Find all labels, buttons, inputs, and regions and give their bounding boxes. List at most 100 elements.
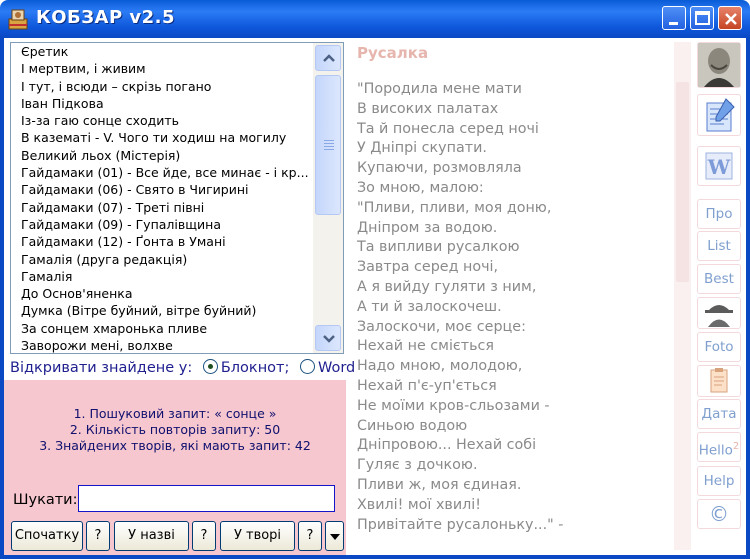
poem-line: А ти й залоскочеш. [357, 298, 502, 315]
list-scrollbar[interactable] [313, 43, 343, 353]
chevron-up-icon [323, 54, 335, 62]
detective-icon [705, 305, 733, 327]
caret-down-icon [330, 534, 340, 540]
radio-word-label[interactable]: Word [318, 360, 355, 376]
poem-line: Синьою водою [357, 417, 468, 434]
list-item[interactable]: До Основ'яненка [11, 285, 311, 302]
foto-button[interactable]: Foto [697, 332, 741, 362]
list-button[interactable]: List [697, 231, 741, 261]
help-in-title-button[interactable]: ? [192, 521, 216, 551]
maximize-button[interactable] [690, 6, 714, 30]
poem-line: Гуляє з дочкою. [357, 457, 478, 474]
poem-line: А я вийду гуляти з ним, [357, 278, 537, 295]
list-item[interactable]: В казематі - V. Чого ти ходиш на могилу [11, 129, 311, 146]
search-in-title-button[interactable]: У назві [114, 521, 189, 551]
radio-notepad[interactable] [202, 359, 218, 374]
works-list-items: Єретик І мертвим, і живим І тут, і всюди –… [11, 43, 311, 353]
poem-scrollbar[interactable] [674, 42, 691, 550]
poem-line: Хвилі! мої хвилі! [357, 496, 481, 513]
poem-line: Привітайте русалоньку..." - [357, 516, 564, 533]
stats-query: 1. Пошуковий запит: « сонце » [73, 406, 277, 421]
list-item[interactable]: Великий льох (Містерія) [11, 147, 311, 164]
about-button[interactable]: Про [697, 199, 741, 229]
poem-line: "Породила мене мати [357, 81, 522, 97]
list-item[interactable]: Заворожи мені, волхве [11, 337, 311, 353]
poem-line: В високих палатах [357, 100, 499, 117]
search-label: Шукати: [13, 492, 78, 508]
close-button[interactable] [718, 6, 742, 30]
poem-line: Та й понесла серед ночі [357, 120, 539, 137]
poem-line: Не моїми кров-сльозами - [357, 397, 550, 414]
open-with-row: Відкривати знайдене у: Блокнот; Word [10, 356, 355, 380]
poem-line: Зо мною, малою: [357, 179, 484, 196]
works-list[interactable]: Єретик І мертвим, і живим І тут, і всюди –… [10, 42, 344, 354]
minimize-button[interactable] [662, 6, 686, 30]
word-button[interactable]: W [697, 146, 741, 186]
spy-button[interactable] [697, 297, 741, 329]
scroll-up-button[interactable] [315, 45, 341, 71]
dropdown-arrow-button[interactable] [325, 521, 344, 551]
poem-line: Та випливи русалкою [357, 239, 520, 256]
scroll-down-button[interactable] [315, 325, 341, 351]
notepad-button[interactable] [697, 94, 741, 136]
help-button[interactable]: Help [697, 466, 741, 496]
poem-text[interactable]: "Породила мене мати В високих палатах Та й… [357, 80, 672, 535]
list-item[interactable]: Єретик [11, 43, 311, 60]
search-in-work-button[interactable]: У творі [220, 521, 295, 551]
list-item[interactable]: Іван Підкова [11, 95, 311, 112]
title-bar: КОБЗАР v2.5 [0, 0, 750, 38]
kobzar-app-icon[interactable] [6, 7, 30, 31]
list-item[interactable]: І тут, і всюди – скрізь погано [11, 78, 311, 95]
list-item[interactable]: Гамалія (друга редакція) [11, 251, 311, 268]
list-item[interactable]: Гайдамаки (06) - Свято в Чигирині [11, 181, 311, 198]
shevchenko-portrait-button[interactable] [697, 42, 741, 88]
clipboard-button[interactable] [697, 365, 741, 397]
poem-line: Залоскочи, моє серце: [357, 318, 526, 335]
radio-notepad-label[interactable]: Блокнот; [221, 360, 290, 376]
poem-line: Надо мною, молодою, [357, 358, 523, 375]
poem-line: "Пливи, пливи, моя доню, [357, 199, 552, 216]
search-stats: 1. Пошуковий запит: « сонце » 2. Кількіс… [4, 406, 346, 454]
list-item[interactable]: Гайдамаки (07) - Треті півні [11, 199, 311, 216]
poem-line: Дніпровою... Нехай собі [357, 437, 537, 454]
right-toolbar: W Про List Best Foto Дата Hello2 Help © [694, 42, 744, 552]
search-input[interactable] [78, 485, 335, 512]
hello-label: Hello [698, 442, 733, 459]
poem-scroll-thumb[interactable] [676, 82, 689, 282]
clipboard-icon [710, 368, 728, 393]
svg-text:W: W [707, 155, 731, 179]
list-item[interactable]: Із-за гаю сонце сходить [11, 112, 311, 129]
copyright-button[interactable]: © [697, 499, 741, 529]
help-in-work-button[interactable]: ? [298, 521, 322, 551]
list-item[interactable]: Гамалія [11, 268, 311, 285]
hello-button[interactable]: Hello2 [697, 432, 741, 462]
poem-line: Пливи ж, моя єдиная. [357, 476, 522, 493]
date-button[interactable]: Дата [697, 399, 741, 429]
list-item[interactable]: За сонцем хмаронька пливе [11, 320, 311, 337]
list-item[interactable]: Гайдамаки (01) - Все йде, все минає - і … [11, 164, 311, 181]
poem-line: Нехай не сміється [357, 338, 494, 355]
poem-line: Завтра серед ночі, [357, 259, 499, 276]
radio-word[interactable] [299, 359, 315, 374]
hello-superscript: 2 [732, 441, 740, 452]
best-button[interactable]: Best [697, 264, 741, 294]
from-start-button[interactable]: Спочатку [11, 521, 83, 551]
poem-line: У Дніпрі скупати. [357, 140, 487, 157]
list-item[interactable]: Думка (Вітре буйний, вітре буйний) [11, 302, 311, 319]
list-item[interactable]: І мертвим, і живим [11, 60, 311, 77]
list-item[interactable]: Гайдамаки (12) - Ґонта в Умані [11, 233, 311, 250]
list-item[interactable]: Гайдамаки (09) - Гупалівщина [11, 216, 311, 233]
help-from-start-button[interactable]: ? [86, 521, 110, 551]
word-icon: W [705, 152, 733, 180]
poem-line: Купаючи, розмовляла [357, 160, 522, 177]
chevron-down-icon [323, 335, 335, 343]
poem-line: Дніпром за водою. [357, 219, 498, 236]
notepad-icon [706, 98, 735, 132]
stats-count: 2. Кількість повторів запиту: 50 [69, 422, 281, 437]
scroll-thumb[interactable] [315, 75, 341, 215]
poem-title: Русалка [357, 44, 429, 62]
portrait-icon [698, 43, 740, 87]
poem-line: Нехай п'є-уп'ється [357, 377, 497, 394]
stats-works: 3. Знайдених творів, які мають запит: 42 [39, 438, 311, 453]
window-title: КОБЗАР v2.5 [36, 7, 176, 28]
